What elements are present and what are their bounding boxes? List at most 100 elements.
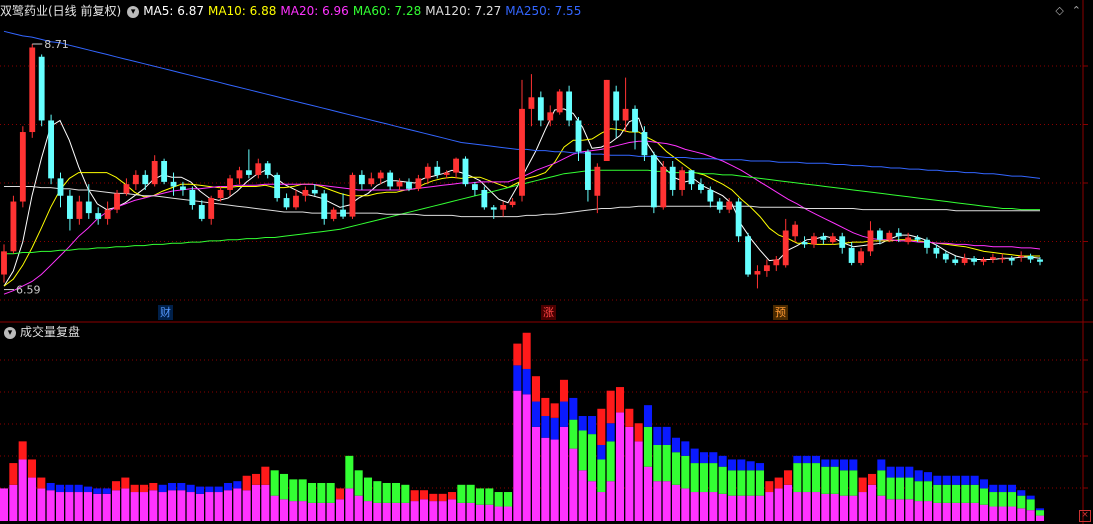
- candle-body: [415, 178, 422, 189]
- volume-bar-segment: [326, 482, 335, 503]
- volume-bar-segment: [233, 488, 242, 521]
- candle-body: [471, 184, 478, 190]
- volume-bar-segment: [419, 499, 429, 521]
- volume-bar-segment: [373, 502, 382, 521]
- volume-bar-segment: [802, 492, 811, 521]
- volume-bar-segment: [821, 493, 830, 521]
- candle-body: [198, 205, 205, 219]
- candle-body: [989, 257, 996, 260]
- volume-bar-segment: [559, 426, 569, 521]
- volume-bar-segment: [727, 459, 737, 471]
- volume-bar-segment: [998, 492, 1007, 507]
- event-marker-finance[interactable]: 财: [158, 305, 173, 320]
- volume-bar-segment: [606, 481, 615, 521]
- candle-body: [349, 174, 356, 217]
- volume-bar-segment: [419, 490, 429, 500]
- kline-chart: 8.71 6.59: [0, 0, 1093, 524]
- candle-body: [396, 181, 403, 187]
- volume-bar-segment: [942, 484, 951, 503]
- volume-bar-segment: [503, 506, 513, 521]
- candle-body: [848, 247, 855, 263]
- volume-bar-segment: [587, 416, 597, 435]
- volume-bar-segment: [410, 501, 419, 521]
- volume-bar-segment: [186, 492, 195, 521]
- candle-body: [669, 166, 676, 190]
- volume-bar-segment: [914, 481, 923, 502]
- candle-body: [641, 132, 648, 156]
- volume-toggle-icon[interactable]: ▾: [4, 326, 16, 339]
- volume-bar-segment: [158, 484, 167, 493]
- volume-bar-segment: [867, 484, 877, 521]
- volume-bar-segment: [643, 426, 653, 467]
- volume-bar-segment: [699, 452, 709, 464]
- volume-bar-segment: [699, 492, 709, 521]
- volume-bar-segment: [569, 419, 578, 449]
- volume-bar-segment: [895, 466, 905, 478]
- candle-body: [801, 242, 808, 245]
- volume-bar-segment: [709, 492, 718, 521]
- candle-body: [10, 201, 17, 252]
- candle-body: [340, 209, 346, 217]
- volume-bar-segment: [541, 437, 550, 521]
- candle-body: [632, 108, 638, 133]
- volume-bar-segment: [289, 479, 298, 502]
- candle-body: [38, 56, 45, 121]
- candle-body: [368, 178, 375, 185]
- volume-bar-segment: [475, 488, 485, 505]
- candle-body: [236, 170, 243, 179]
- volume-bar-segment: [578, 416, 587, 431]
- candle-body: [867, 230, 874, 252]
- candle-body: [820, 236, 827, 240]
- candle-body: [942, 253, 949, 260]
- volume-bar-segment: [877, 470, 886, 496]
- volume-bar-segment: [289, 501, 298, 521]
- volume-bar-segment: [130, 492, 139, 521]
- volume-bar-segment: [391, 482, 401, 503]
- volume-bar-segment: [1035, 508, 1045, 511]
- volume-bar-segment: [634, 423, 643, 442]
- volume-bar-segment: [541, 416, 550, 438]
- candle-body: [170, 181, 177, 187]
- candle-body: [594, 166, 601, 196]
- volume-bar-segment: [139, 492, 149, 521]
- event-marker-limitup[interactable]: 涨: [541, 305, 556, 320]
- candle-body: [622, 108, 629, 121]
- candle-body: [142, 174, 149, 185]
- volume-bar-segment: [1007, 506, 1017, 521]
- volume-bar-segment: [643, 405, 653, 427]
- candle-body: [839, 236, 846, 248]
- volume-bar-segment: [718, 455, 727, 467]
- volume-bar-segment: [746, 470, 755, 496]
- volume-bar-segment: [391, 502, 401, 521]
- volume-bar-segment: [755, 495, 765, 521]
- candle-body: [67, 195, 73, 219]
- volume-bar-segment: [401, 502, 410, 521]
- event-marker-forecast[interactable]: 预: [773, 305, 788, 320]
- volume-bar-segment: [681, 441, 690, 456]
- candle-body: [1, 251, 7, 275]
- volume-bar-segment: [1026, 499, 1035, 511]
- volume-bar-segment: [27, 459, 37, 478]
- candle-body: [311, 189, 318, 194]
- volume-bar-segment: [951, 484, 961, 503]
- volume-bar-segment: [839, 495, 849, 521]
- candle-body: [585, 151, 591, 190]
- volume-bar-segment: [46, 482, 55, 491]
- volume-bar-segment: [121, 488, 130, 521]
- volume-bar-segment: [531, 426, 541, 521]
- volume-bar-segment: [531, 401, 541, 427]
- volume-bar-segment: [998, 506, 1007, 521]
- candle-body: [924, 239, 930, 248]
- volume-bar-segment: [158, 492, 167, 521]
- volume-bar-segment: [429, 493, 438, 502]
- candle-body: [189, 189, 196, 206]
- candle-body: [707, 189, 714, 202]
- volume-bar-segment: [811, 455, 821, 464]
- volume-bar-segment: [111, 481, 121, 491]
- volume-bar-segment: [55, 484, 65, 493]
- volume-bar-segment: [681, 455, 690, 489]
- candle-body: [274, 174, 281, 199]
- volume-bar-segment: [802, 463, 811, 493]
- volume-bar-segment: [970, 484, 979, 503]
- close-icon[interactable]: ×: [1079, 510, 1091, 522]
